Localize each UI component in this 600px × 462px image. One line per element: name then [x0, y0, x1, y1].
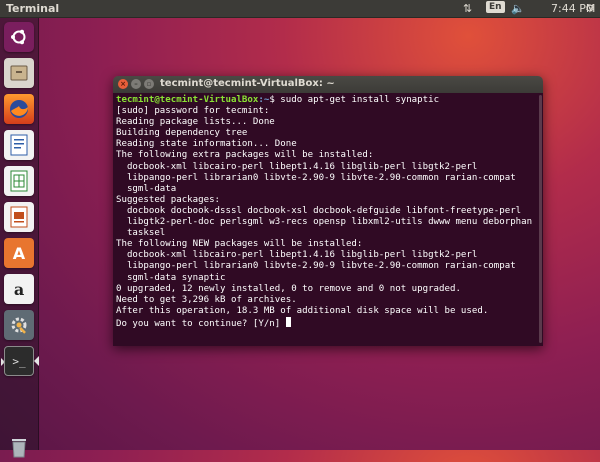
terminal-icon[interactable]: >_: [4, 346, 34, 376]
output-line: The following extra packages will be ins…: [116, 150, 374, 161]
spreadsheet-icon[interactable]: [4, 166, 34, 196]
trash-icon[interactable]: [4, 432, 34, 462]
file-cabinet-icon[interactable]: [4, 58, 34, 88]
maximize-icon[interactable]: ▫: [144, 79, 154, 89]
output-line: sgml-data: [116, 183, 177, 194]
output-line: libpango-perl librarian0 libvte-2.90-9 l…: [116, 261, 516, 272]
prompt-symbol: $: [269, 95, 281, 105]
output-line: libpango-perl librarian0 libvte-2.90-9 l…: [116, 172, 516, 183]
output-line: libgtk2-perl-doc perlsgml w3-recs opensp…: [116, 217, 533, 228]
output-line: docbook-xml libcairo-perl libept1.4.16 l…: [116, 161, 478, 172]
prompt-user: tecmint@tecmint-VirtualBox: [116, 95, 259, 105]
focused-indicator: [34, 356, 39, 366]
output-line: sgml-data synaptic: [116, 272, 226, 283]
output-line: Building dependency tree: [116, 128, 248, 139]
window-title: tecmint@tecmint-VirtualBox: ~: [160, 78, 335, 89]
prompt-path: :~: [258, 95, 270, 105]
output-line: After this operation, 18.3 MB of additio…: [116, 305, 489, 316]
output-line: Reading state information... Done: [116, 139, 297, 150]
output-lines: [sudo] password for tecmint: Reading pack…: [116, 106, 540, 317]
network-icon[interactable]: ⇅: [463, 2, 472, 15]
final-prompt-line: Do you want to continue? [Y/n]: [116, 316, 540, 329]
firefox-icon[interactable]: [4, 94, 34, 124]
app-title: Terminal: [6, 2, 60, 15]
gear-wrench-icon[interactable]: [4, 310, 34, 340]
close-icon[interactable]: ×: [118, 79, 128, 89]
output-line: [sudo] password for tecmint:: [116, 106, 270, 117]
command-text: sudo apt-get install synaptic: [280, 95, 440, 105]
command-line: tecmint@tecmint-VirtualBox:~$ sudo apt-g…: [116, 95, 540, 106]
system-menu-gear-icon[interactable]: ⚙: [585, 2, 595, 15]
output-line: docbook-xml libcairo-perl libept1.4.16 l…: [116, 250, 478, 261]
terminal-output[interactable]: tecmint@tecmint-VirtualBox:~$ sudo apt-g…: [113, 93, 543, 346]
final-prompt: Do you want to continue? [Y/n]: [116, 318, 286, 329]
window-titlebar[interactable]: × – ▫ tecmint@tecmint-VirtualBox: ~: [113, 76, 543, 93]
minimize-icon[interactable]: –: [131, 79, 141, 89]
shopping-bag-icon[interactable]: A: [4, 238, 34, 268]
keyboard-language-indicator[interactable]: En: [486, 1, 505, 13]
output-line: Reading package lists... Done: [116, 117, 275, 128]
output-line: tasksel: [116, 228, 166, 239]
presentation-icon[interactable]: [4, 202, 34, 232]
output-line: Suggested packages:: [116, 194, 221, 205]
scrollbar[interactable]: [539, 95, 542, 343]
ubuntu-logo-icon[interactable]: [4, 22, 34, 52]
output-line: The following NEW packages will be insta…: [116, 239, 363, 250]
document-icon[interactable]: [4, 130, 34, 160]
launcher: A a >_: [0, 18, 39, 458]
output-line: docbook docbook-dsssl docbook-xsl docboo…: [116, 205, 522, 216]
terminal-window[interactable]: × – ▫ tecmint@tecmint-VirtualBox: ~ tecm…: [113, 76, 543, 346]
volume-icon[interactable]: 🔈: [511, 2, 525, 15]
amazon-icon[interactable]: a: [4, 274, 34, 304]
top-panel: Terminal ⇅ En 🔈 7:44 PM ⚙: [0, 0, 600, 18]
text-cursor: [285, 316, 291, 327]
output-line: 0 upgraded, 12 newly installed, 0 to rem…: [116, 283, 461, 294]
output-line: Need to get 3,296 kB of archives.: [116, 294, 297, 305]
